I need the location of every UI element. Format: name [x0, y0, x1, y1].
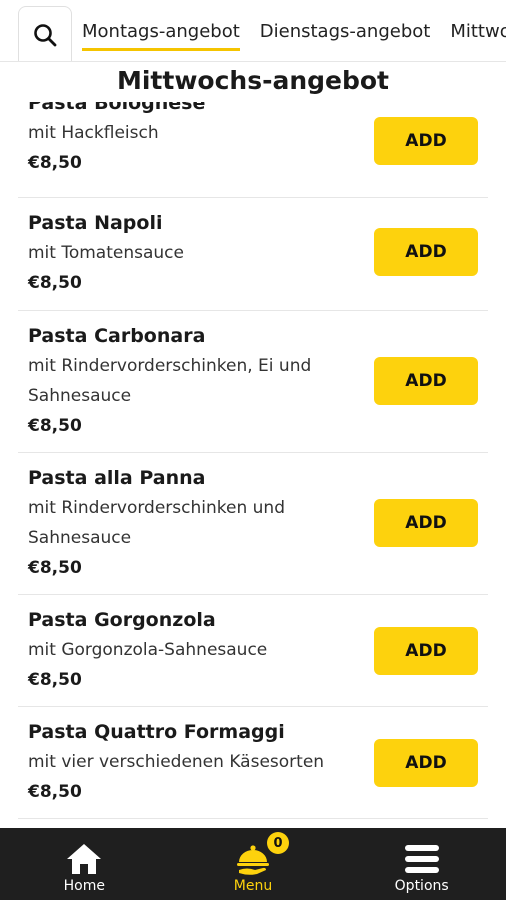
- item-description: mit Rindervorderschinken, Ei und Sahnesa…: [28, 356, 312, 406]
- category-tabs: Montags-angebot Dienstags-angebot Mittwo…: [82, 0, 506, 61]
- home-icon: [67, 844, 102, 874]
- nav-menu[interactable]: 0 Menu: [169, 828, 338, 900]
- nav-options-label: Options: [394, 878, 449, 894]
- tab-mittwochs-angebot[interactable]: Mittwochs-angebot: [450, 0, 506, 61]
- add-button[interactable]: ADD: [374, 739, 478, 787]
- list-item: Pasta Napoli mit Tomatensauce €8,50 ADD: [18, 198, 488, 311]
- nav-home[interactable]: Home: [0, 828, 169, 900]
- item-description: mit Tomatensauce: [28, 243, 184, 263]
- nav-options[interactable]: Options: [337, 828, 506, 900]
- nav-home-label: Home: [63, 878, 105, 894]
- add-button[interactable]: ADD: [374, 499, 478, 547]
- nav-menu-label: Menu: [233, 878, 273, 894]
- add-button[interactable]: ADD: [374, 117, 478, 165]
- section-title: Mittwochs-angebot: [0, 62, 506, 102]
- cart-count-badge: 0: [267, 832, 289, 854]
- item-description: mit vier verschiedenen Käsesorten: [28, 752, 325, 772]
- tab-dienstags-angebot[interactable]: Dienstags-angebot: [260, 0, 431, 61]
- list-item: Pasta alla Panna mit Rindervorderschinke…: [18, 453, 488, 595]
- list-item: Pasta Quattro Formaggi mit vier verschie…: [18, 707, 488, 819]
- list-item: Pasta Carbonara mit Rindervorderschinken…: [18, 311, 488, 453]
- item-price: €8,50: [28, 558, 82, 578]
- add-button[interactable]: ADD: [374, 627, 478, 675]
- item-name: Pasta Carbonara: [28, 325, 206, 347]
- hamburger-icon: [404, 845, 439, 873]
- menu-list: Pasta Bolognese mit Hackfleisch €8,50 AD…: [0, 102, 506, 828]
- list-item: Pasta Bolognese mit Hackfleisch €8,50 AD…: [18, 102, 488, 198]
- item-name: Pasta alla Panna: [28, 467, 206, 489]
- item-description: mit Rindervorderschinken und Sahnesauce: [28, 498, 285, 548]
- item-price: €8,50: [28, 416, 82, 436]
- top-bar: Montags-angebot Dienstags-angebot Mittwo…: [0, 0, 506, 62]
- add-button[interactable]: ADD: [374, 228, 478, 276]
- tab-montags-angebot[interactable]: Montags-angebot: [82, 0, 240, 61]
- item-name: Pasta Bolognese: [28, 102, 206, 114]
- list-item: Pasta Gorgonzola mit Gorgonzola-Sahnesau…: [18, 595, 488, 707]
- search-button[interactable]: [18, 6, 72, 61]
- item-description: mit Hackfleisch: [28, 123, 159, 143]
- search-icon: [34, 23, 57, 46]
- add-button[interactable]: ADD: [374, 357, 478, 405]
- bottom-navigation: Home 0 Menu Options: [0, 828, 506, 900]
- item-description: mit Gorgonzola-Sahnesauce: [28, 640, 268, 660]
